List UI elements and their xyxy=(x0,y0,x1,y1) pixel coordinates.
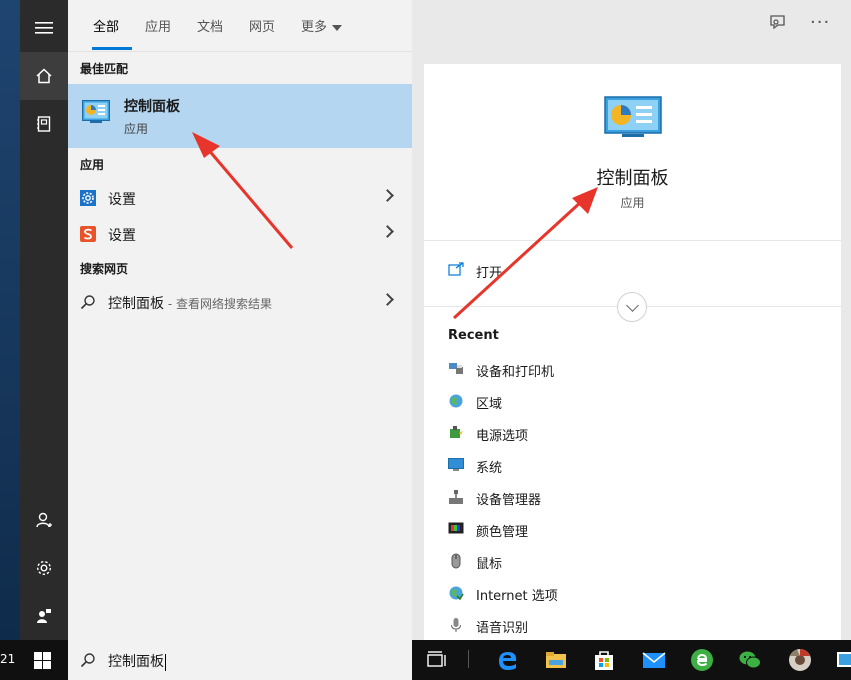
text-cursor xyxy=(165,653,166,671)
clock-fragment: 21 xyxy=(0,652,16,666)
annotation-arrow-left xyxy=(192,132,294,249)
task-view-icon[interactable] xyxy=(424,648,448,672)
search-input-text[interactable]: 控制面板 xyxy=(108,651,166,671)
start-button[interactable] xyxy=(34,652,51,673)
annotation-arrow-right xyxy=(452,187,598,320)
search-icon xyxy=(80,653,95,668)
browser-e-icon[interactable] xyxy=(690,648,714,672)
control-panel-taskbar-icon[interactable] xyxy=(836,648,851,672)
windows-logo-icon xyxy=(34,652,51,669)
store-bag-icon[interactable] xyxy=(592,648,616,672)
edge-browser-icon[interactable] xyxy=(496,648,520,672)
annotation-arrows xyxy=(192,132,598,320)
taskbar-search-box[interactable]: 控制面板 xyxy=(68,640,412,680)
taskbar-separator xyxy=(468,650,469,668)
mail-icon[interactable] xyxy=(642,648,666,672)
search-input-value: 控制面板 xyxy=(108,654,164,670)
file-explorer-icon[interactable] xyxy=(544,648,568,672)
wechat-icon[interactable] xyxy=(738,648,762,672)
chrome-like-icon[interactable] xyxy=(788,648,812,672)
